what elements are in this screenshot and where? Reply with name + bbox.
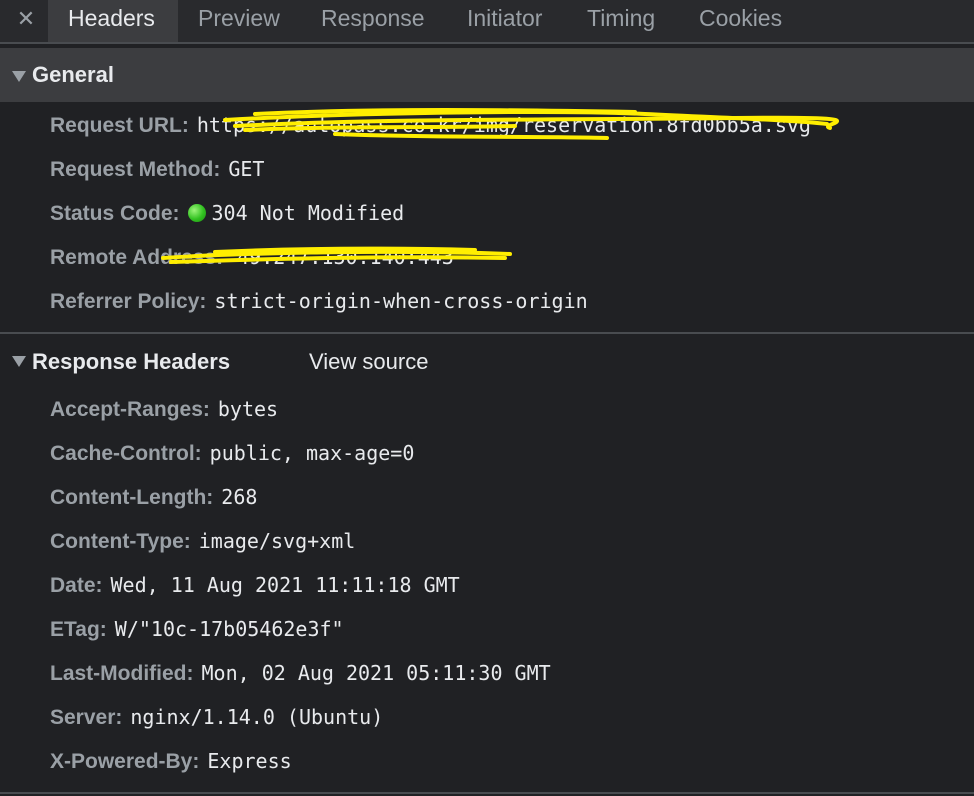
view-source-link[interactable]: View source: [309, 349, 428, 375]
remote-address-value: 49.247.130.140:443: [237, 245, 454, 269]
request-url-key: Request URL:: [50, 114, 189, 137]
referrer-policy-value: strict-origin-when-cross-origin: [214, 289, 588, 313]
request-url-row: Request URL: https://autopass.co.kr/img/r…: [50, 110, 811, 140]
header-row-content-type: Content-Type: image/svg+xml: [50, 526, 355, 556]
header-key: ETag:: [50, 618, 107, 641]
request-method-key: Request Method:: [50, 158, 221, 181]
status-code-key: Status Code:: [50, 202, 180, 225]
divider: [0, 792, 974, 794]
status-code-row: Status Code: 304 Not Modified: [50, 198, 404, 228]
header-value: Wed, 11 Aug 2021 11:11:18 GMT: [110, 573, 460, 597]
header-value: image/svg+xml: [198, 529, 356, 553]
header-value: bytes: [217, 397, 279, 421]
tab-timing[interactable]: Timing: [587, 0, 655, 42]
general-section-title: General: [32, 62, 114, 87]
header-key: Cache-Control:: [50, 442, 202, 465]
referrer-policy-row: Referrer Policy: strict-origin-when-cross…: [50, 286, 588, 316]
header-value: public, max-age=0: [209, 441, 415, 465]
request-method-value: GET: [228, 157, 265, 181]
header-value: W/"10c-17b05462e3f": [114, 617, 344, 641]
header-value: 268: [221, 485, 258, 509]
response-headers-section-header[interactable]: Response Headers View source: [0, 332, 974, 388]
header-key: Accept-Ranges:: [50, 398, 210, 421]
header-row-date: Date: Wed, 11 Aug 2021 11:11:18 GMT: [50, 570, 460, 600]
referrer-policy-key: Referrer Policy:: [50, 290, 207, 313]
status-code-value: 304 Not Modified: [211, 201, 405, 225]
header-value: nginx/1.14.0 (Ubuntu): [130, 705, 384, 729]
remote-address-row: Remote Address: 49.247.130.140:443: [50, 242, 454, 272]
header-key: Server:: [50, 706, 123, 729]
response-headers-title: Response Headers: [32, 349, 231, 374]
general-section-header[interactable]: General: [0, 48, 974, 102]
collapse-triangle-icon: [12, 71, 26, 82]
header-key: Date:: [50, 574, 103, 597]
header-value: Express: [207, 749, 292, 773]
devtools-tab-bar: ✕ Headers Preview Response Initiator Tim…: [0, 0, 974, 44]
tab-response[interactable]: Response: [321, 0, 425, 42]
request-method-row: Request Method: GET: [50, 154, 264, 184]
tab-preview[interactable]: Preview: [198, 0, 280, 42]
header-row-server: Server: nginx/1.14.0 (Ubuntu): [50, 702, 383, 732]
header-row-content-length: Content-Length: 268: [50, 482, 257, 512]
tab-initiator[interactable]: Initiator: [467, 0, 542, 42]
tab-headers[interactable]: Headers: [48, 0, 178, 42]
header-row-cache-control: Cache-Control: public, max-age=0: [50, 438, 414, 468]
header-row-x-powered-by: X-Powered-By: Express: [50, 746, 292, 776]
header-key: Content-Type:: [50, 530, 191, 553]
header-value: Mon, 02 Aug 2021 05:11:30 GMT: [201, 661, 551, 685]
header-key: Content-Length:: [50, 486, 214, 509]
header-key: Last-Modified:: [50, 662, 194, 685]
header-row-last-modified: Last-Modified: Mon, 02 Aug 2021 05:11:30 …: [50, 658, 551, 688]
collapse-triangle-icon: [12, 356, 26, 367]
status-dot-icon: [187, 204, 206, 222]
remote-address-key: Remote Address:: [50, 246, 224, 269]
tab-cookies[interactable]: Cookies: [699, 0, 782, 42]
close-icon[interactable]: ✕: [12, 5, 40, 33]
header-row-accept-ranges: Accept-Ranges: bytes: [50, 394, 278, 424]
header-key: X-Powered-By:: [50, 750, 200, 773]
request-url-value: https://autopass.co.kr/img/reservation.8…: [196, 113, 811, 137]
header-row-etag: ETag: W/"10c-17b05462e3f": [50, 614, 344, 644]
